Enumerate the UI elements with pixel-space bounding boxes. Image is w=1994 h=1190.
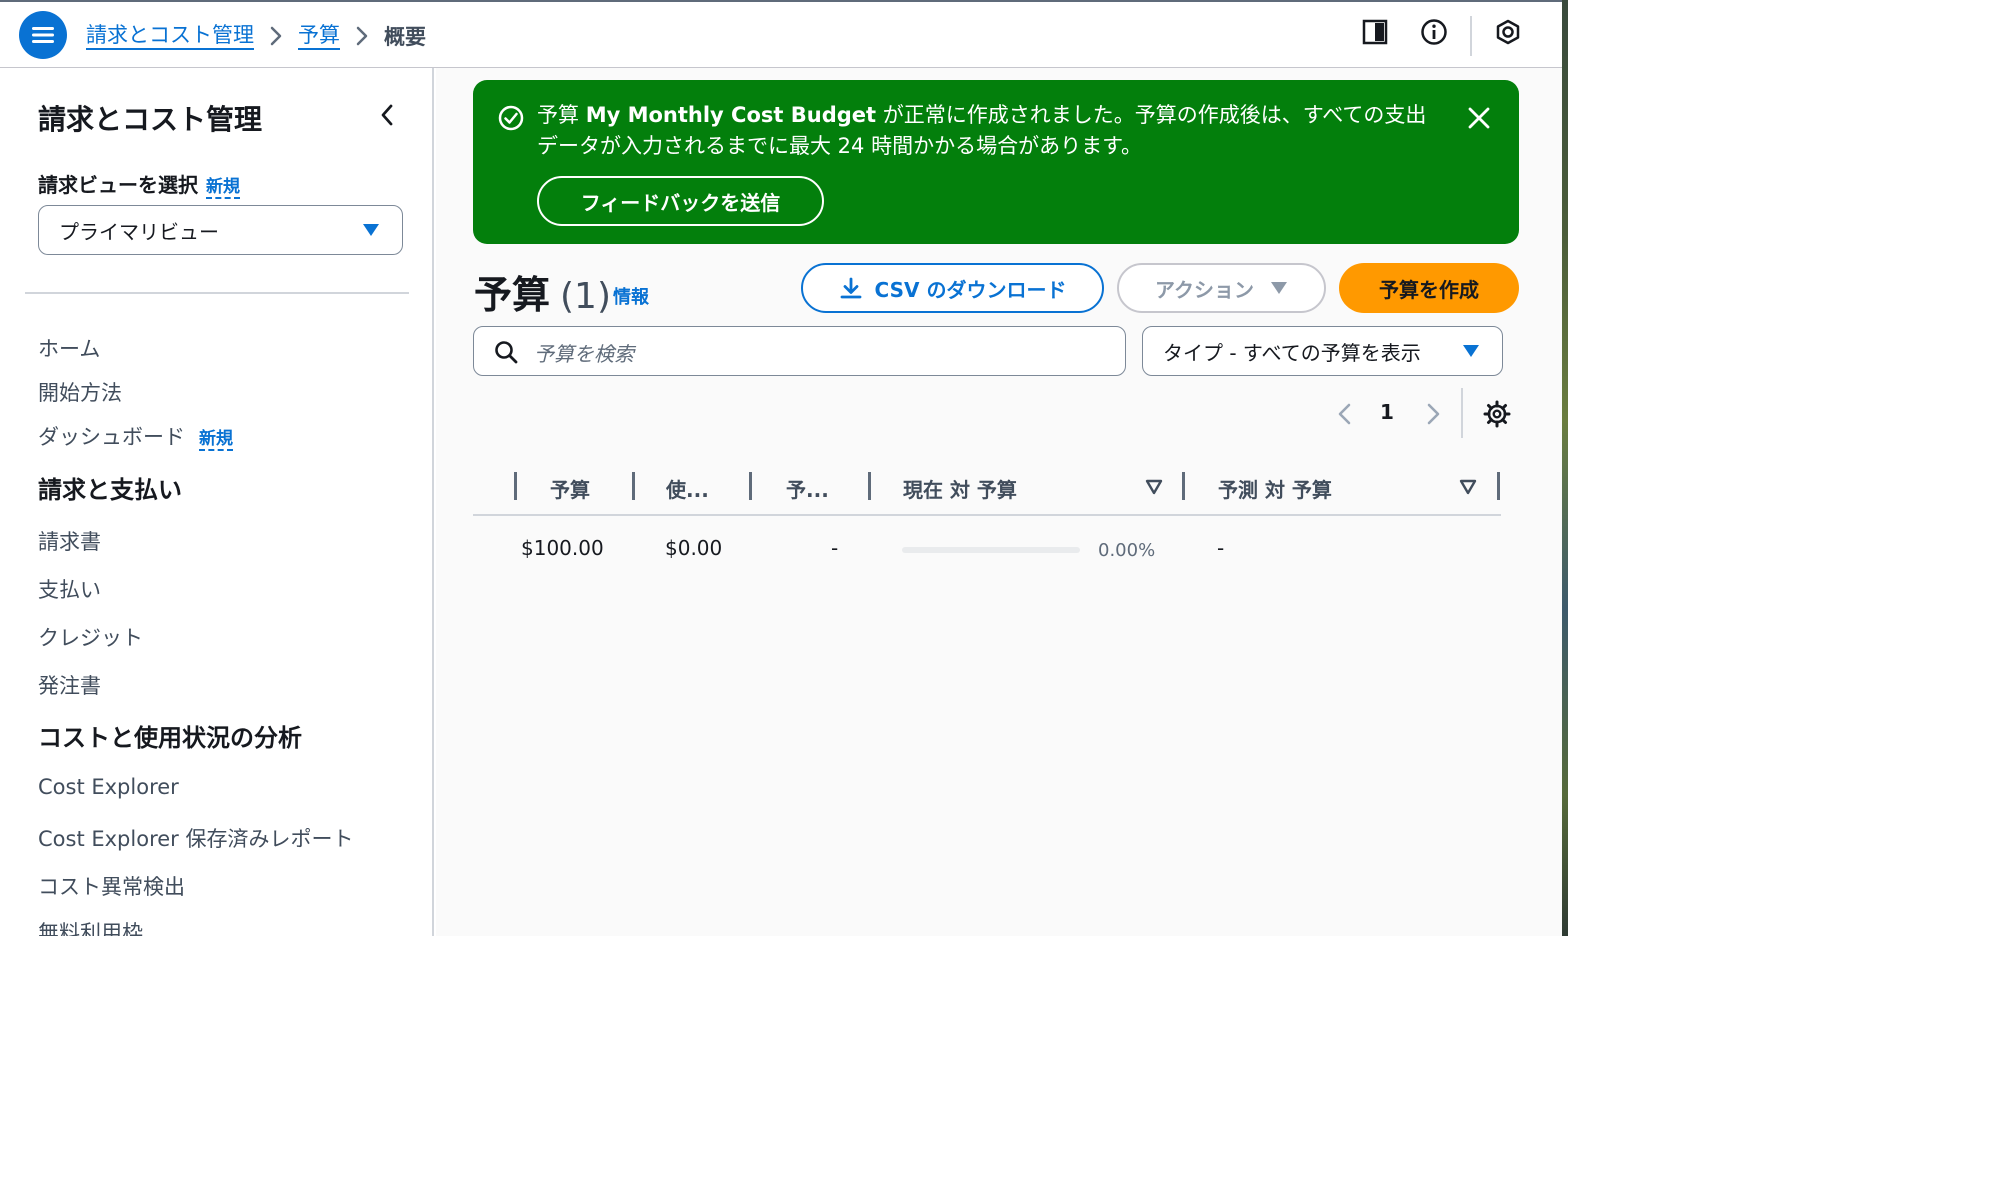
billing-view-selected: プライマリビュー [59,219,219,244]
column-resizer[interactable] [868,472,871,500]
sidebar-section-cost-analysis: コストと使用状況の分析 [38,724,302,752]
side-navigation: 請求とコスト管理 請求ビューを選択 新規 プライマリビュー ホーム 開始方法 ダッ… [0,68,434,936]
pagination-divider [1461,388,1463,438]
download-csv-label: CSV のダウンロード [874,277,1067,302]
chevron-right-icon [356,26,368,46]
cloudshell-icon[interactable] [1494,18,1522,46]
previous-page-button[interactable] [1334,402,1356,426]
info-icon[interactable] [1420,18,1448,46]
column-resizer[interactable] [1182,472,1185,500]
breadcrumb: 請求とコスト管理 予算 概要 [86,20,426,52]
sidebar-item-purchase-orders[interactable]: 発注書 [38,670,101,700]
sidebar-item-payments[interactable]: 支払い [38,574,101,604]
create-budget-button[interactable]: 予算を作成 [1339,263,1519,313]
sort-caret-down-icon[interactable] [1145,478,1163,496]
info-link[interactable]: 情報 [613,283,649,309]
search-placeholder: 予算を検索 [534,342,634,366]
sidebar-item-cost-explorer[interactable]: Cost Explorer [38,775,179,799]
sidebar-item-home[interactable]: ホーム [38,333,100,363]
column-header-forecast[interactable]: 予... [786,470,829,506]
budget-type-selected: タイプ - すべての予算を表示 [1163,340,1421,365]
close-icon [1468,107,1490,129]
current-vs-budget-progress-bar [902,547,1080,553]
budgets-page: 請求とコスト管理 予算 概要 請求とコスト管理 請求ビューを選択 新規 プライマ… [0,0,1568,936]
split-panel-icon[interactable] [1361,18,1389,46]
sidebar-item-getting-started[interactable]: 開始方法 [38,377,122,407]
toolbar-divider [1470,16,1472,56]
check-circle-icon [498,105,524,131]
table-preferences-button[interactable] [1482,399,1512,429]
chevron-right-icon [270,26,282,46]
next-page-button[interactable] [1422,402,1444,426]
gear-icon [1483,400,1511,428]
top-navigation-bar: 請求とコスト管理 予算 概要 [0,0,1562,68]
cell-budget-amount: $100.00 [521,536,604,560]
table-header-divider [473,514,1501,516]
download-icon [840,277,861,299]
actions-label: アクション [1155,277,1254,302]
budget-type-select[interactable]: タイプ - すべての予算を表示 [1142,326,1503,376]
sidebar-title: 請求とコスト管理 [38,103,263,136]
sidebar-divider [25,292,409,294]
column-resizer[interactable] [632,472,635,500]
caret-down-icon [1271,282,1287,294]
chevron-right-icon [1427,403,1440,425]
column-resizer[interactable] [749,472,752,500]
main-content: 予算 My Monthly Cost Budget が正常に作成されました。予算… [436,68,1562,936]
chevron-left-icon [1338,403,1351,425]
caret-down-icon [1463,345,1479,357]
new-badge[interactable]: 新規 [206,177,240,199]
send-feedback-button[interactable]: フィードバックを送信 [537,176,824,226]
chevron-left-icon [381,104,393,126]
breadcrumb-current: 概要 [384,25,426,49]
sidebar-item-saved-reports[interactable]: Cost Explorer 保存済みレポート [38,823,353,853]
sidebar-item-bills[interactable]: 請求書 [38,526,101,556]
cell-current-vs-budget-pct: 0.00% [1098,540,1156,561]
download-csv-button[interactable]: CSV のダウンロード [801,263,1104,313]
collapse-sidebar-button[interactable] [372,100,402,130]
column-resizer[interactable] [514,472,517,500]
column-resizer[interactable] [1497,472,1500,500]
sidebar-item-free-tier[interactable]: 無料利用枠 [38,917,143,936]
sidebar-item-anomaly-detection[interactable]: コスト異常検出 [38,871,185,901]
cell-used-amount: $0.00 [665,536,723,560]
billing-view-select[interactable]: プライマリビュー [38,205,403,255]
sort-caret-down-icon[interactable] [1459,478,1477,496]
sidebar-section-billing: 請求と支払い [38,476,182,504]
breadcrumb-billing-link[interactable]: 請求とコスト管理 [86,22,254,50]
billing-view-label: 請求ビューを選択 新規 [38,169,240,199]
budget-count: (1) [560,276,612,317]
sidebar-item-credits[interactable]: クレジット [38,622,143,652]
flash-budget-name: My Monthly Cost Budget [585,103,877,127]
billing-view-label-text: 請求ビューを選択 [38,173,198,197]
column-header-current-vs-budget[interactable]: 現在 対 予算 [903,470,1017,506]
search-input[interactable]: 予算を検索 [473,326,1126,376]
background-window-strip [1562,0,1568,936]
search-icon [495,341,518,364]
sidebar-item-dashboard-label: ダッシュボード [38,425,185,449]
page-title: 予算 (1) [474,264,611,319]
page-title-text: 予算 [474,273,551,317]
page-number-button[interactable]: 1 [1380,400,1394,424]
success-flash-message: 予算 My Monthly Cost Budget が正常に作成されました。予算… [473,80,1519,244]
sidebar-item-dashboard[interactable]: ダッシュボード 新規 [38,421,233,451]
column-header-usage[interactable]: 使... [666,470,709,506]
cell-forecast-vs-budget: - [1217,536,1225,560]
menu-button[interactable] [19,11,67,59]
breadcrumb-budgets-link[interactable]: 予算 [298,22,340,50]
flash-message-text: 予算 My Monthly Cost Budget が正常に作成されました。予算… [537,100,1437,162]
actions-dropdown-button[interactable]: アクション [1117,263,1326,313]
new-badge[interactable]: 新規 [199,429,233,451]
hamburger-menu-icon [32,27,54,43]
caret-down-icon [363,224,379,236]
dismiss-flash-button[interactable] [1465,104,1493,132]
flash-prefix: 予算 [537,103,586,127]
column-header-budget[interactable]: 予算 [550,470,590,506]
cell-forecast: - [831,536,839,560]
column-header-forecast-vs-budget[interactable]: 予測 対 予算 [1218,470,1332,506]
